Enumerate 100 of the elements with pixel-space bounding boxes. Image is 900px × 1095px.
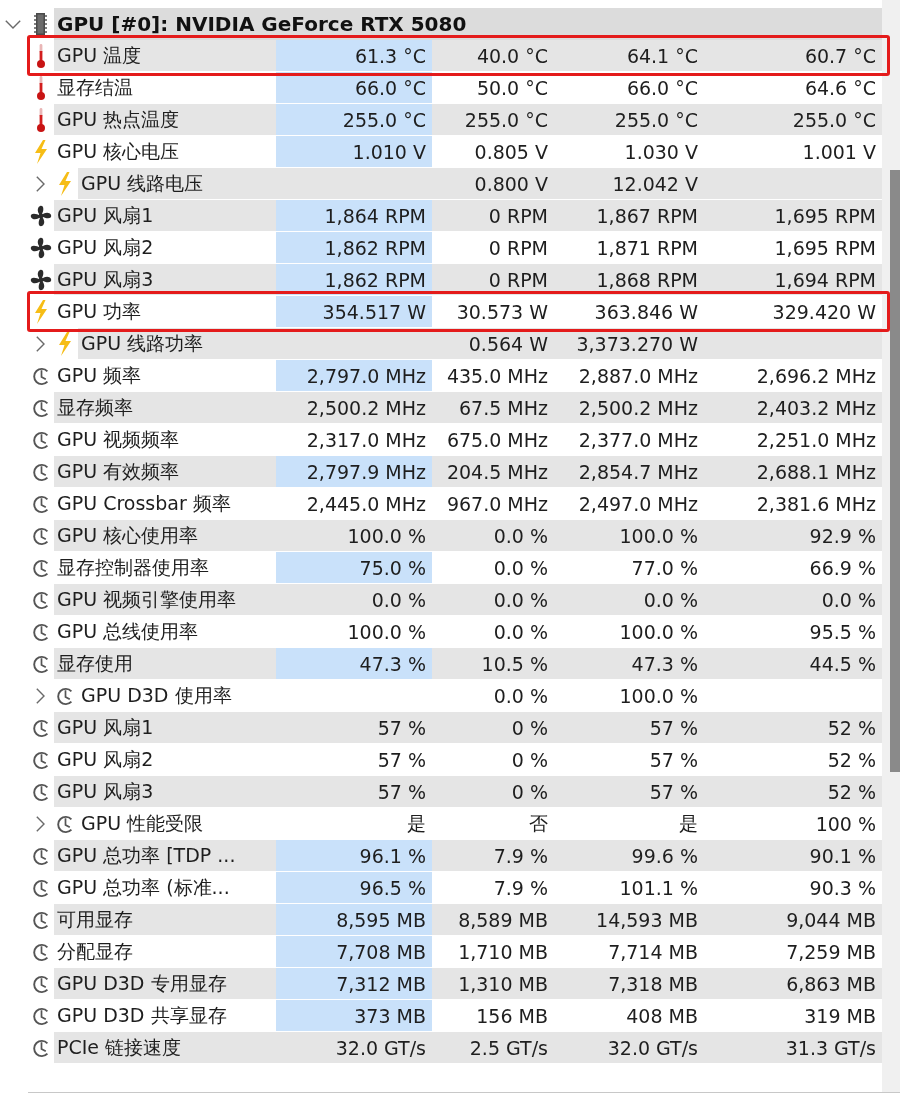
sensor-name: GPU 风扇1	[56, 714, 155, 740]
value-cell-text: 32.0 GT/s	[606, 1035, 699, 1061]
value-cell: 75.0 %	[276, 552, 432, 583]
value-cell-text: 0.0 %	[820, 587, 877, 613]
value-cell-text: 2,500.2 MHz	[305, 395, 427, 421]
value-cell-text: 8,589 MB	[457, 907, 549, 933]
value-cell-text: 0.564 W	[467, 331, 549, 357]
table-row[interactable]: 可用显存 8,595 MB 8,589 MB 14,593 MB 9,044 MB	[54, 904, 882, 936]
value-cell-text: 3,373.270 W	[575, 331, 699, 357]
clock-icon	[31, 846, 51, 866]
value-cell-text: 255.0 °C	[463, 107, 549, 133]
value-cell-text: 2,887.0 MHz	[577, 363, 699, 389]
sensor-name: GPU 频率	[56, 362, 143, 388]
table-row[interactable]: GPU 热点温度 255.0 °C 255.0 °C 255.0 °C 255.0 °C	[54, 104, 882, 136]
chevron-down-icon[interactable]	[5, 19, 21, 29]
value-cell-text: 7,318 MB	[607, 971, 699, 997]
value-cell: 61.3 °C	[276, 40, 432, 71]
table-row[interactable]: GPU 温度 61.3 °C 40.0 °C 64.1 °C 60.7 °C	[54, 40, 882, 72]
value-cell-text: 329.420 W	[771, 299, 877, 325]
lightning-bolt-icon	[58, 172, 72, 196]
value-cell: 8,595 MB	[276, 904, 432, 935]
clock-icon	[31, 494, 51, 514]
value-cell-text: 99.6 %	[630, 843, 699, 869]
sensor-name: GPU 热点温度	[56, 106, 181, 132]
value-cell: 47.3 %	[276, 648, 432, 679]
value-cell-text: 6,863 MB	[785, 971, 877, 997]
sensor-name: GPU 核心使用率	[56, 522, 200, 548]
scrollbar[interactable]	[882, 0, 900, 1092]
value-cell-text: 否	[528, 810, 549, 836]
table-row[interactable]: GPU 风扇3 1,862 RPM 0 RPM 1,868 RPM 1,694 RPM	[54, 264, 882, 296]
sensor-name: GPU 总功率 [TDP ...	[56, 842, 237, 868]
tree-row[interactable]: GPU [#0]: NVIDIA GeForce RTX 5080	[54, 8, 882, 40]
value-cell-text: 67.5 MHz	[458, 395, 549, 421]
scrollbar-thumb[interactable]	[890, 170, 900, 772]
table-row[interactable]: GPU D3D 专用显存 7,312 MB 1,310 MB 7,318 MB 6,863 MB	[54, 968, 882, 1000]
sensor-name: GPU 视频引擎使用率	[56, 586, 238, 612]
table-row[interactable]: 显存使用 47.3 % 10.5 % 47.3 % 44.5 %	[54, 648, 882, 680]
value-cell-text: 40.0 °C	[475, 43, 549, 69]
clock-icon	[31, 462, 51, 482]
value-cell-text: 0.800 V	[473, 171, 549, 197]
thermometer-icon	[37, 76, 45, 100]
clock-icon	[31, 974, 51, 994]
value-cell-text: 363.846 W	[593, 299, 699, 325]
value-cell-text: 0.0 %	[492, 619, 549, 645]
value-cell-text: 90.3 %	[808, 875, 877, 901]
table-row[interactable]: GPU 线路电压 0.800 V 12.042 V	[78, 168, 882, 200]
clock-icon	[55, 814, 75, 834]
chevron-right-icon[interactable]	[35, 688, 45, 704]
value-cell: 1.010 V	[276, 136, 432, 167]
value-cell-text: 0.805 V	[473, 139, 549, 165]
value-cell-text: 7.9 %	[492, 843, 549, 869]
chevron-right-icon[interactable]	[35, 336, 45, 352]
table-row[interactable]: GPU 有效频率 2,797.9 MHz 204.5 MHz 2,854.7 MHz 2,688.1 MHz	[54, 456, 882, 488]
sensor-name: PCIe 链接速度	[56, 1034, 183, 1060]
clock-icon	[31, 1006, 51, 1026]
value-cell-text: 95.5 %	[808, 619, 877, 645]
fan-icon	[30, 269, 52, 291]
table-row[interactable]: GPU 风扇1 57 % 0 % 57 % 52 %	[54, 712, 882, 744]
clock-icon	[31, 910, 51, 930]
value-cell-text: 31.3 GT/s	[784, 1035, 877, 1061]
table-row[interactable]: GPU 线路功率 0.564 W 3,373.270 W	[78, 328, 882, 360]
value-cell: 1,862 RPM	[276, 232, 432, 263]
table-row[interactable]: GPU 风扇3 57 % 0 % 57 % 52 %	[54, 776, 882, 808]
value-cell-text: 1,695 RPM	[773, 235, 877, 261]
clock-icon	[31, 654, 51, 674]
value-cell-text: 12.042 V	[611, 171, 699, 197]
value-cell-text: 2.5 GT/s	[468, 1035, 549, 1061]
table-row[interactable]: PCIe 链接速度 32.0 GT/s 2.5 GT/s 32.0 GT/s 31.3 GT/s	[54, 1032, 882, 1064]
table-row[interactable]: GPU 核心使用率 100.0 % 0.0 % 100.0 % 92.9 %	[54, 520, 882, 552]
sensor-name: 可用显存	[56, 906, 134, 932]
value-cell: 7,312 MB	[276, 968, 432, 999]
value-cell-text: 64.1 °C	[625, 43, 699, 69]
value-cell-text: 2,688.1 MHz	[755, 459, 877, 485]
value-cell-text: 100 %	[814, 811, 877, 837]
value-cell-text: 32.0 GT/s	[334, 1035, 427, 1061]
value-cell-text: 100.0 %	[618, 683, 699, 709]
value-cell-text: 1,868 RPM	[595, 267, 699, 293]
device-name: GPU [#0]: NVIDIA GeForce RTX 5080	[57, 12, 467, 36]
table-row[interactable]: GPU 视频引擎使用率 0.0 % 0.0 % 0.0 % 0.0 %	[54, 584, 882, 616]
sensor-name: GPU 视频频率	[56, 426, 181, 452]
sensor-name: GPU 线路功率	[80, 330, 205, 356]
table-row[interactable]: GPU 风扇1 1,864 RPM 0 RPM 1,867 RPM 1,695 RPM	[54, 200, 882, 232]
value-cell-text: 2,377.0 MHz	[577, 427, 699, 453]
value-cell-text: 2,500.2 MHz	[577, 395, 699, 421]
table-row[interactable]: GPU 总功率 [TDP ... 96.1 % 7.9 % 99.6 % 90.1 %	[54, 840, 882, 872]
chevron-right-icon[interactable]	[35, 816, 45, 832]
sensor-name: 显存使用	[56, 650, 134, 676]
table-row[interactable]: 显存频率 2,500.2 MHz 67.5 MHz 2,500.2 MHz 2,403.2 MHz	[54, 392, 882, 424]
value-cell-text: 255.0 °C	[791, 107, 877, 133]
value-cell-text: 30.573 W	[455, 299, 549, 325]
clock-icon	[31, 430, 51, 450]
value-cell-text: 0 %	[510, 715, 549, 741]
value-cell-text: 92.9 %	[808, 523, 877, 549]
sensor-name: GPU D3D 专用显存	[56, 970, 228, 996]
chevron-right-icon[interactable]	[35, 176, 45, 192]
clock-icon	[31, 558, 51, 578]
sensor-name: 显存频率	[56, 394, 134, 420]
value-cell-text: 66.0 °C	[625, 75, 699, 101]
value-cell: 354.517 W	[276, 296, 432, 327]
value-cell-text: 1,710 MB	[457, 939, 549, 965]
